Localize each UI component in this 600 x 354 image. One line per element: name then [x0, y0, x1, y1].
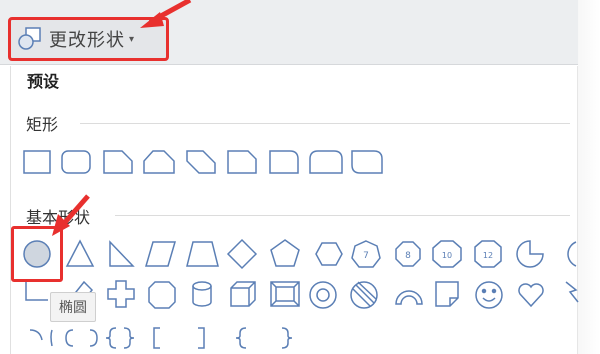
- annotation-arrows: [52, 0, 192, 236]
- top-arrow-head: [140, 12, 164, 28]
